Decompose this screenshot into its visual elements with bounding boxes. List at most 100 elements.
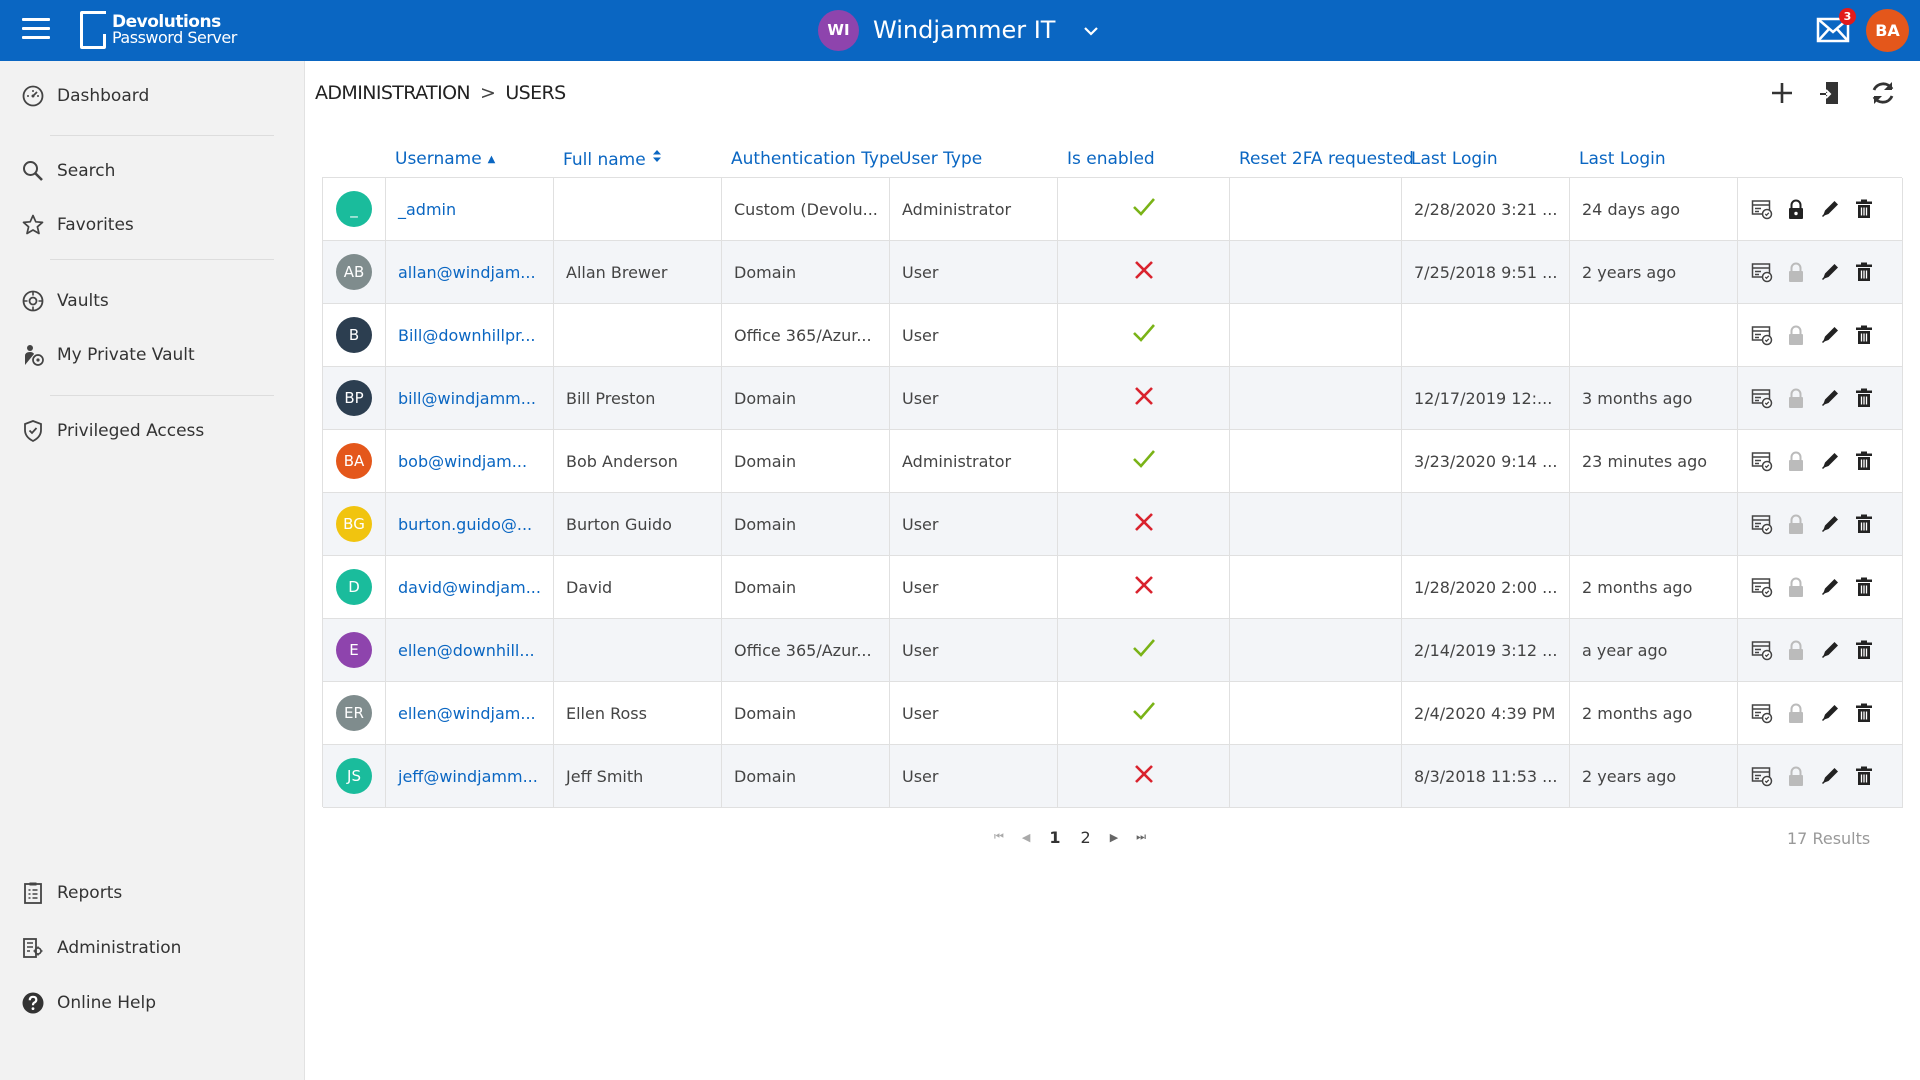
username-cell[interactable]: bob@windjam... (386, 430, 554, 492)
table-row[interactable]: BA bob@windjam... Bob Anderson Domain Admini… (323, 430, 1903, 493)
edit-icon[interactable] (1813, 509, 1847, 539)
sidebar-item-private-vault[interactable]: My Private Vault (20, 339, 195, 371)
lock-icon[interactable] (1779, 446, 1813, 476)
lastlogin-cell: 1/28/2020 2:00 ... (1402, 556, 1570, 618)
sidebar-item-vaults[interactable]: Vaults (20, 285, 109, 317)
lastlogin-cell: 7/25/2018 9:51 ... (1402, 241, 1570, 303)
fullname-cell: Ellen Ross (554, 682, 722, 744)
refresh-button[interactable] (1868, 78, 1898, 108)
username-cell[interactable]: ellen@windjam... (386, 682, 554, 744)
lock-icon[interactable] (1779, 509, 1813, 539)
table-row[interactable]: Ddavid@windjam... David Domain User 1/28/202… (323, 556, 1903, 619)
edit-icon[interactable] (1813, 194, 1847, 224)
username-cell[interactable]: Bill@downhillpr... (386, 304, 554, 366)
next-page-icon[interactable]: ▶ (1110, 831, 1118, 844)
menu-icon[interactable] (22, 18, 50, 40)
table-row[interactable]: BP bill@windjamm... Bill Preston Domain User… (323, 367, 1903, 430)
breadcrumb-administration[interactable]: ADMINISTRATION (315, 82, 471, 104)
username-cell[interactable]: _admin (386, 178, 554, 240)
logo[interactable]: Devolutions Password Server (80, 10, 237, 50)
column-header-username[interactable]: Username ▲ (395, 149, 495, 169)
delete-icon[interactable] (1847, 635, 1881, 665)
last-page-icon[interactable]: ⏭ (1136, 830, 1146, 844)
delete-icon[interactable] (1847, 257, 1881, 287)
user-details-icon[interactable] (1745, 761, 1779, 791)
table-row[interactable]: JS jeff@windjamm... Jeff Smith Domain User 8/… (323, 745, 1903, 808)
user-details-icon[interactable] (1745, 194, 1779, 224)
user-details-icon[interactable] (1745, 509, 1779, 539)
table-row[interactable]: ER ellen@windjam... Ellen Ross Domain User 2/… (323, 682, 1903, 745)
column-header-lastlogin-relative[interactable]: Last Login (1579, 149, 1666, 169)
column-header-usertype[interactable]: User Type (899, 149, 982, 169)
workspace-selector[interactable]: WI Windjammer IT (818, 9, 1099, 51)
user-avatar[interactable]: BA (1866, 9, 1909, 52)
delete-icon[interactable] (1847, 698, 1881, 728)
user-details-icon[interactable] (1745, 257, 1779, 287)
delete-icon[interactable] (1847, 572, 1881, 602)
lastlogin-cell: 2/4/2020 4:39 PM (1402, 682, 1570, 744)
table-row[interactable]: BG burton.guido@... Burton Guido Domain User (323, 493, 1903, 556)
edit-icon[interactable] (1813, 698, 1847, 728)
column-header-auth[interactable]: Authentication Type (731, 149, 900, 169)
username-cell[interactable]: david@windjam... (386, 556, 554, 618)
add-user-button[interactable] (1767, 78, 1797, 108)
username-cell[interactable]: burton.guido@... (386, 493, 554, 555)
lock-icon[interactable] (1779, 698, 1813, 728)
lock-icon[interactable] (1779, 635, 1813, 665)
column-header-lastlogin[interactable]: Last Login (1411, 149, 1498, 169)
user-details-icon[interactable] (1745, 698, 1779, 728)
username-cell[interactable]: bill@windjamm... (386, 367, 554, 429)
user-details-icon[interactable] (1745, 446, 1779, 476)
page-1[interactable]: 1 (1049, 828, 1060, 847)
table-row[interactable]: AB allan@windjam... Allan Brewer Domain User… (323, 241, 1903, 304)
delete-icon[interactable] (1847, 320, 1881, 350)
fullname-cell: Allan Brewer (554, 241, 722, 303)
edit-icon[interactable] (1813, 257, 1847, 287)
column-header-fullname[interactable]: Full name (563, 149, 662, 170)
edit-icon[interactable] (1813, 572, 1847, 602)
edit-icon[interactable] (1813, 383, 1847, 413)
usertype-cell: User (890, 619, 1058, 681)
usertype-cell: User (890, 367, 1058, 429)
username-cell[interactable]: jeff@windjamm... (386, 745, 554, 807)
table-row[interactable]: B Bill@downhillpr... Office 365/Azur... Use… (323, 304, 1903, 367)
delete-icon[interactable] (1847, 761, 1881, 791)
page-2[interactable]: 2 (1081, 828, 1091, 847)
username-cell[interactable]: allan@windjam... (386, 241, 554, 303)
delete-icon[interactable] (1847, 383, 1881, 413)
table-row[interactable]: Eellen@downhill... Office 365/Azur... User… (323, 619, 1903, 682)
mail-icon[interactable]: 3 (1816, 8, 1856, 44)
delete-icon[interactable] (1847, 446, 1881, 476)
delete-icon[interactable] (1847, 509, 1881, 539)
edit-icon[interactable] (1813, 446, 1847, 476)
user-details-icon[interactable] (1745, 572, 1779, 602)
edit-icon[interactable] (1813, 635, 1847, 665)
lock-icon[interactable] (1779, 761, 1813, 791)
user-details-icon[interactable] (1745, 635, 1779, 665)
user-details-icon[interactable] (1745, 383, 1779, 413)
sidebar-item-online-help[interactable]: Online Help (20, 987, 156, 1019)
user-details-icon[interactable] (1745, 320, 1779, 350)
sidebar-item-administration[interactable]: Administration (20, 932, 181, 964)
sidebar-item-favorites[interactable]: Favorites (20, 209, 134, 241)
lock-icon[interactable] (1779, 194, 1813, 224)
import-button[interactable] (1816, 78, 1846, 108)
sidebar-item-search[interactable]: Search (20, 155, 115, 187)
lock-icon[interactable] (1779, 383, 1813, 413)
lock-icon[interactable] (1779, 320, 1813, 350)
sidebar-item-reports[interactable]: Reports (20, 877, 122, 909)
username-cell[interactable]: ellen@downhill... (386, 619, 554, 681)
column-header-enabled[interactable]: Is enabled (1067, 149, 1155, 169)
sidebar-item-dashboard[interactable]: Dashboard (20, 80, 149, 112)
column-header-reset2fa[interactable]: Reset 2FA requested (1239, 149, 1414, 169)
prev-page-icon[interactable]: ◀ (1022, 831, 1030, 844)
edit-icon[interactable] (1813, 320, 1847, 350)
delete-icon[interactable] (1847, 194, 1881, 224)
edit-icon[interactable] (1813, 761, 1847, 791)
avatar-cell: B (323, 304, 386, 366)
first-page-icon[interactable]: ⏮ (994, 830, 1004, 844)
lock-icon[interactable] (1779, 257, 1813, 287)
table-row[interactable]: _ _admin Custom (Devolu... Administrator 2/2… (323, 178, 1903, 241)
lock-icon[interactable] (1779, 572, 1813, 602)
sidebar-item-privileged-access[interactable]: Privileged Access (20, 415, 204, 447)
